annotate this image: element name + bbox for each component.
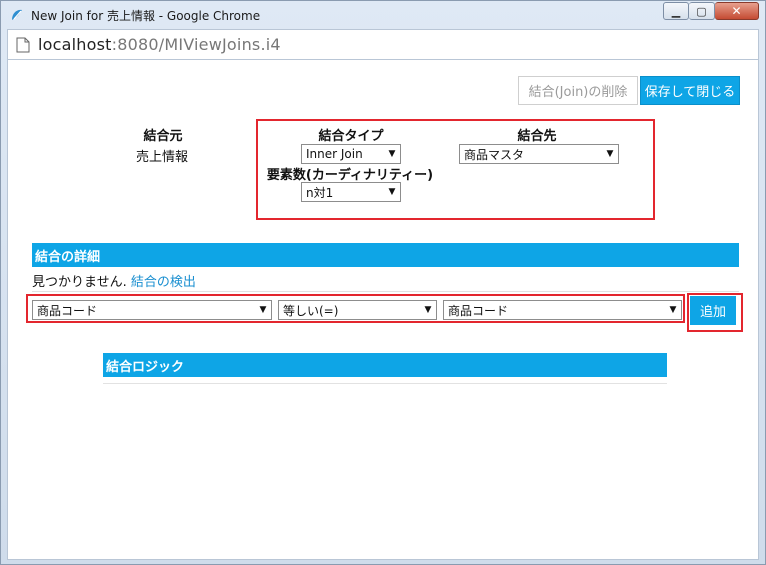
dropdown-arrow-icon: ▼: [424, 305, 432, 315]
join-type-heading: 結合タイプ: [318, 129, 384, 144]
title-bar: New Join for 売上情報 - Google Chrome ▁ ▢ ✕: [1, 1, 765, 29]
right-field-value: 商品コード: [448, 303, 509, 318]
maximize-icon: ▢: [696, 4, 707, 18]
not-found-text: 見つかりません.: [32, 275, 127, 290]
minimize-icon: ▁: [671, 4, 681, 18]
join-logic-header: 結合ロジック: [103, 353, 667, 377]
dropdown-arrow-icon: ▼: [606, 149, 614, 159]
save-close-button[interactable]: 保存して閉じる: [640, 76, 740, 105]
page-icon: [16, 37, 30, 53]
join-target-select[interactable]: 商品マスタ ▼: [459, 144, 619, 164]
divider: [103, 383, 667, 384]
close-icon: ✕: [731, 4, 742, 18]
url-path: :8080/MIViewJoins.i4: [111, 35, 281, 54]
right-field-select[interactable]: 商品コード ▼: [443, 300, 682, 320]
cardinality-select[interactable]: n対1 ▼: [301, 182, 401, 202]
add-condition-button[interactable]: 追加: [690, 296, 736, 325]
join-type-select[interactable]: Inner Join ▼: [301, 144, 401, 164]
join-target-value: 商品マスタ: [464, 147, 525, 162]
url-host: localhost: [38, 35, 112, 54]
join-details-header: 結合の詳細: [32, 243, 739, 267]
browser-window: New Join for 売上情報 - Google Chrome ▁ ▢ ✕ …: [0, 0, 766, 565]
window-title: New Join for 売上情報 - Google Chrome: [31, 9, 261, 23]
join-type-value: Inner Join: [306, 147, 363, 161]
dropdown-arrow-icon: ▼: [259, 305, 267, 315]
close-button[interactable]: ✕: [715, 2, 759, 20]
source-heading: 結合元: [143, 129, 183, 144]
maximize-button[interactable]: ▢: [689, 2, 715, 20]
page-content: 結合(Join)の削除 保存して閉じる 結合元 売上情報 結合タイプ Inner…: [7, 60, 759, 560]
dropdown-arrow-icon: ▼: [388, 149, 396, 159]
minimize-button[interactable]: ▁: [663, 2, 689, 20]
divider: [32, 291, 739, 292]
left-field-value: 商品コード: [37, 303, 98, 318]
app-icon: [12, 9, 22, 20]
delete-join-button[interactable]: 結合(Join)の削除: [518, 76, 638, 105]
cardinality-value: n対1: [306, 185, 334, 200]
cardinality-heading: 要素数(カーディナリティー): [266, 168, 434, 183]
operator-value: 等しい(=): [283, 303, 339, 318]
dropdown-arrow-icon: ▼: [669, 305, 677, 315]
address-bar[interactable]: localhost:8080/MIViewJoins.i4: [7, 29, 759, 60]
dropdown-arrow-icon: ▼: [388, 187, 396, 197]
detect-join-link[interactable]: 結合の検出: [131, 275, 196, 290]
operator-select[interactable]: 等しい(=) ▼: [278, 300, 437, 320]
source-value: 売上情報: [135, 150, 188, 165]
left-field-select[interactable]: 商品コード ▼: [32, 300, 272, 320]
join-detect-row: 見つかりません. 結合の検出: [32, 271, 196, 290]
url-text: localhost:8080/MIViewJoins.i4: [38, 35, 281, 54]
join-target-heading: 結合先: [517, 129, 557, 144]
